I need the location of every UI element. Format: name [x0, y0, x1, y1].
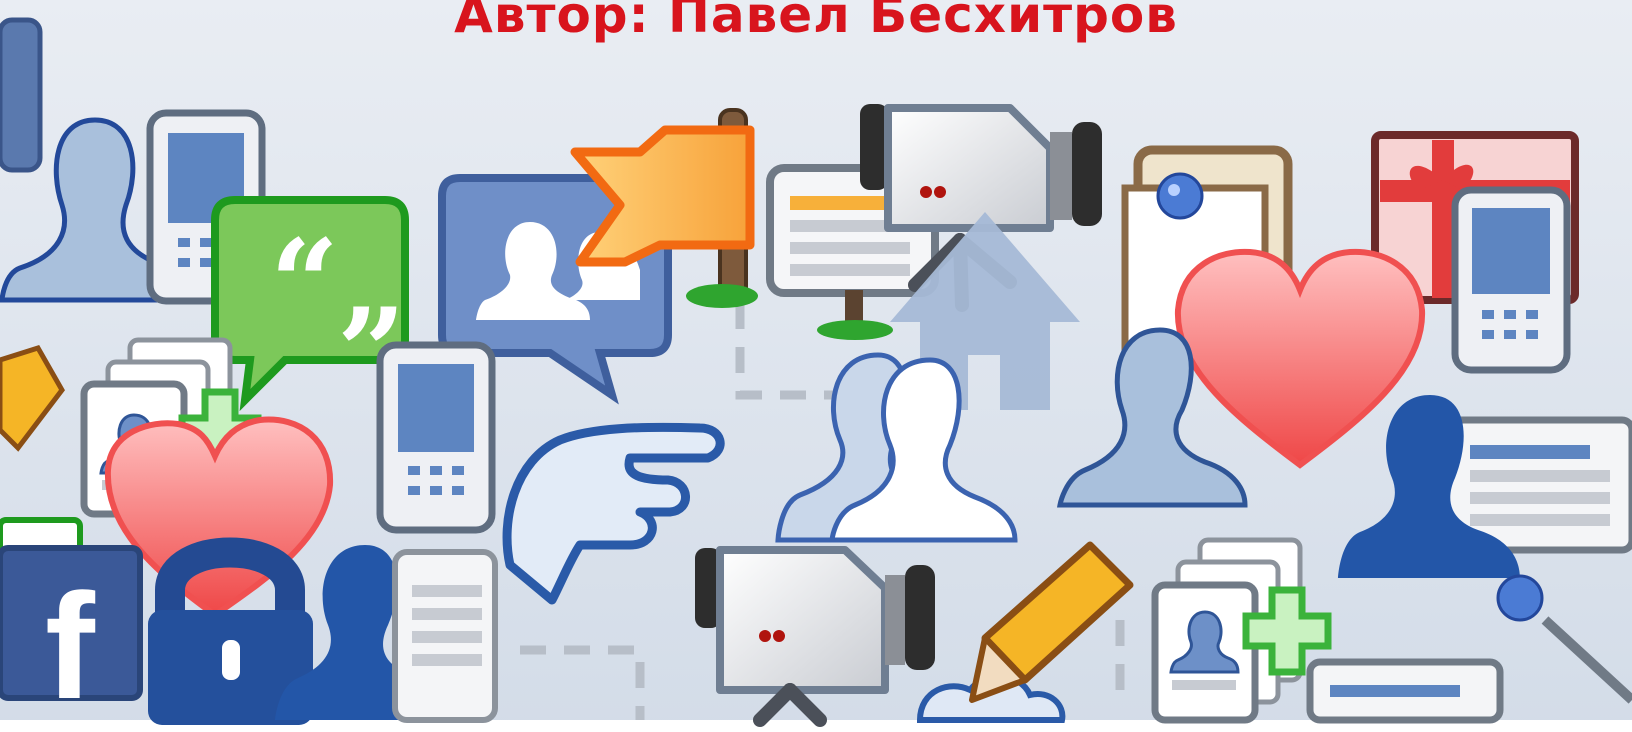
caption-title: Автор: Павел Бесхитров — [454, 0, 1178, 44]
social-icons-collage: “„ f — [0, 0, 1632, 732]
mobile-phone-icon — [1451, 186, 1571, 374]
svg-text:“„: “„ — [270, 213, 408, 354]
svg-text:f: f — [45, 562, 96, 730]
mobile-phone-icon — [376, 341, 496, 534]
document-icon — [392, 549, 498, 723]
